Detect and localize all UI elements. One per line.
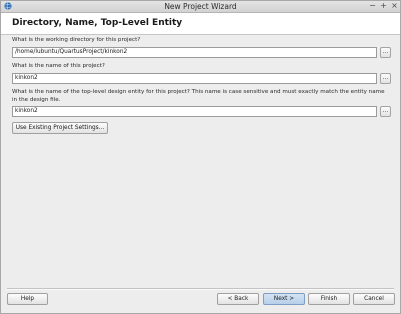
project-name-input[interactable]: kinkon2 bbox=[12, 73, 377, 84]
next-button[interactable]: Next > bbox=[263, 293, 305, 305]
project-name-browse-button[interactable]: ... bbox=[380, 73, 391, 84]
top-level-entity-input[interactable]: kinkon2 bbox=[12, 106, 377, 117]
help-button[interactable]: Help bbox=[7, 293, 48, 305]
title-bar[interactable]: New Project Wizard − + × bbox=[1, 1, 400, 13]
top-level-entity-label: What is the name of the top-level design… bbox=[12, 89, 385, 103]
window-title: New Project Wizard bbox=[164, 2, 237, 11]
working-directory-browse-button[interactable]: ... bbox=[380, 47, 391, 58]
working-directory-label: What is the working directory for this p… bbox=[12, 37, 141, 43]
back-button[interactable]: < Back bbox=[217, 293, 259, 305]
use-existing-project-settings-button[interactable]: Use Existing Project Settings... bbox=[12, 122, 108, 134]
minimize-button[interactable]: − bbox=[368, 1, 377, 11]
project-name-label: What is the name of this project? bbox=[12, 63, 105, 69]
finish-button[interactable]: Finish bbox=[308, 293, 350, 305]
footer-separator bbox=[7, 288, 394, 290]
page-title: Directory, Name, Top-Level Entity bbox=[12, 18, 183, 28]
close-button[interactable]: × bbox=[390, 1, 399, 11]
new-project-wizard-window: New Project Wizard − + × Directory, Name… bbox=[0, 0, 401, 314]
maximize-button[interactable]: + bbox=[379, 1, 388, 11]
cancel-button[interactable]: Cancel bbox=[353, 293, 395, 305]
working-directory-input[interactable]: /home/lubuntu/QuartusProject/kinkon2 bbox=[12, 47, 377, 58]
wizard-header: Directory, Name, Top-Level Entity bbox=[1, 13, 400, 35]
top-level-entity-browse-button[interactable]: ... bbox=[380, 106, 391, 117]
